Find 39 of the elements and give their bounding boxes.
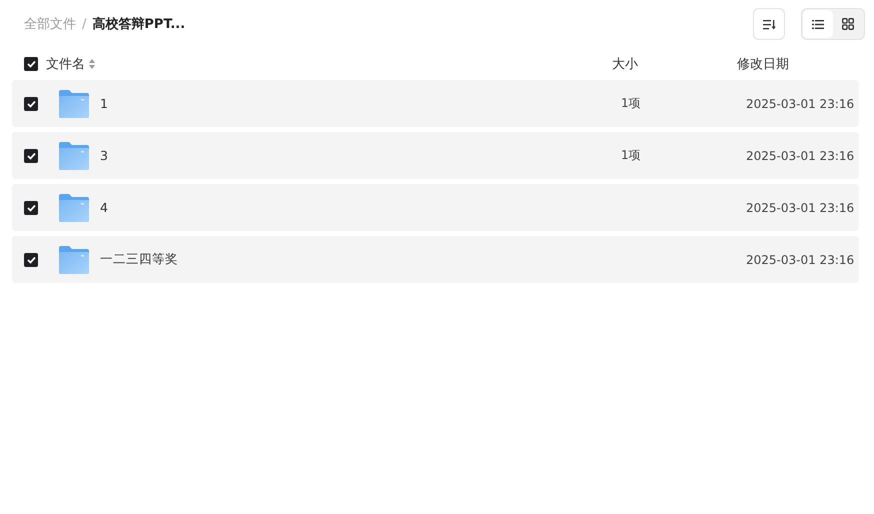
file-name[interactable]: 一二三四等奖 (100, 251, 178, 266)
sort-icon (762, 18, 776, 30)
sort-icon[interactable] (89, 59, 95, 69)
folder-icon (59, 194, 89, 222)
list-icon (812, 20, 824, 28)
check-icon (26, 100, 36, 108)
checkbox[interactable] (24, 148, 38, 162)
view-mode-button[interactable] (803, 10, 833, 38)
column-header[interactable]: 修改日期 (737, 55, 789, 73)
file-row[interactable]: 1 1项 2025-03-01 23:16 (12, 80, 859, 127)
checkbox[interactable] (24, 56, 38, 70)
modified-date: 2025-03-01 23:16 (746, 96, 854, 110)
folder-icon (59, 246, 89, 274)
check-icon (26, 204, 36, 212)
checkbox[interactable] (24, 200, 38, 214)
file-name[interactable]: 3 (100, 148, 108, 163)
file-row[interactable]: 3 1项 2025-03-01 23:16 (12, 132, 859, 179)
file-name[interactable]: 4 (100, 200, 108, 215)
check-icon (26, 256, 36, 264)
sort-button[interactable] (753, 8, 785, 40)
folder-icon (59, 90, 89, 118)
file-row[interactable]: 一二三四等奖 2025-03-01 23:16 (12, 236, 859, 283)
folder-icon (59, 142, 89, 170)
grid-icon (842, 18, 854, 30)
modified-date: 2025-03-01 23:16 (746, 148, 854, 162)
breadcrumb-separator: / (82, 16, 86, 32)
check-icon (26, 152, 36, 160)
file-name[interactable]: 1 (100, 96, 108, 111)
modified-date: 2025-03-01 23:16 (746, 200, 854, 214)
file-size: 1项 (621, 148, 641, 162)
file-row[interactable]: 4 2025-03-01 23:16 (12, 184, 859, 231)
checkbox[interactable] (24, 252, 38, 266)
file-size: 1项 (621, 96, 641, 110)
check-icon (26, 60, 36, 68)
column-header[interactable]: 文件名 (46, 55, 85, 73)
column-header[interactable]: 大小 (612, 55, 638, 73)
checkbox[interactable] (24, 96, 38, 110)
breadcrumb-link[interactable]: 高校答辩PPT... (92, 15, 186, 33)
modified-date: 2025-03-01 23:16 (746, 252, 854, 266)
